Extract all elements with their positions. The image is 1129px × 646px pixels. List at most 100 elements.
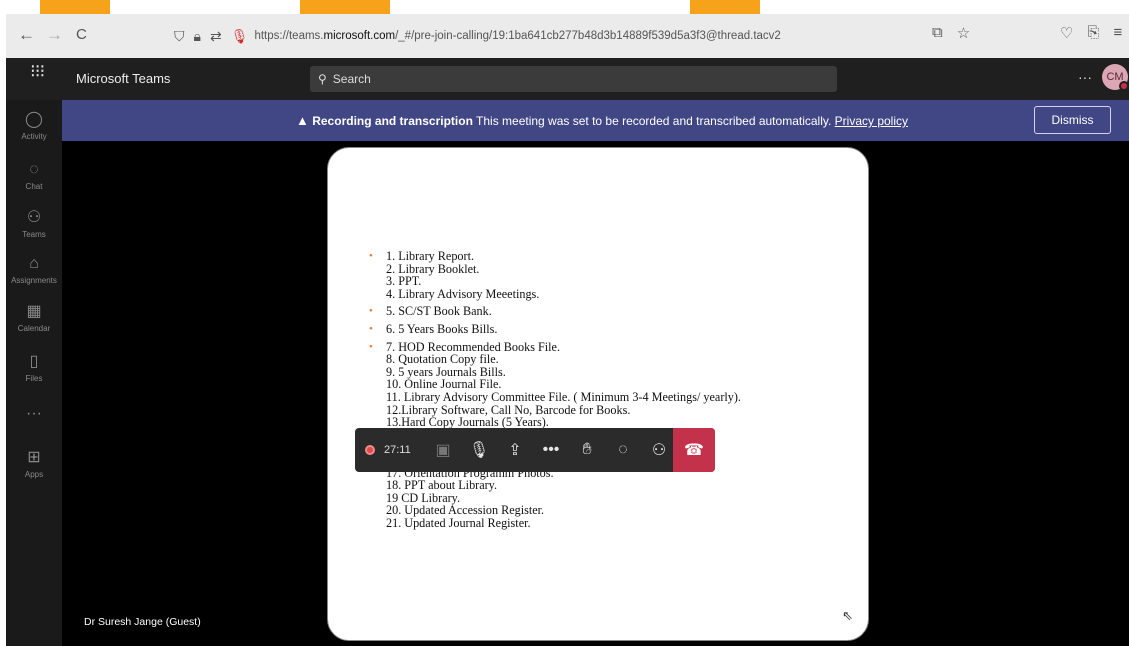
rail-item-activity[interactable]: ◯ Activity [6, 110, 62, 141]
raise-hand-button[interactable]: ✋︎ [569, 428, 605, 472]
slide-list-item: 5. SC/ST Book Bank. [386, 304, 492, 319]
address-bar[interactable]: ⛉ 🔒︎ ⇄ 🎙︎ https://teams.microsoft.com/_#… [174, 22, 994, 50]
call-timer: 27:11 [384, 444, 411, 456]
meeting-stage: • 1. Library Report. 2. Library Booklet. 3.… [62, 141, 1129, 646]
lock-icon[interactable]: 🔒︎ [194, 28, 201, 45]
share-screen-icon: ⇪ [508, 442, 522, 459]
pocket-icon[interactable]: ♡ [1060, 24, 1073, 42]
bookmark-star-icon[interactable]: ☆ [957, 24, 970, 42]
more-icon: ••• [542, 441, 560, 458]
slide-bullet-group: • 6. 5 Years Books Bills. [368, 323, 741, 336]
slide-list: • 1. Library Report. 2. Library Booklet. 3.… [368, 250, 741, 534]
screen-share-icon[interactable]: ⧉ [932, 24, 943, 42]
hamburger-menu-icon[interactable]: ≡ [1113, 24, 1122, 42]
bullet-icon: • [369, 340, 373, 353]
rail-item-label: Apps [24, 470, 44, 479]
forward-button[interactable]: → [46, 24, 63, 46]
hang-up-button[interactable]: ☎︎ [673, 428, 715, 472]
bullet-icon: • [369, 322, 373, 335]
dismiss-button[interactable]: Dismiss [1034, 106, 1111, 134]
slide-bullet-group: • 1. Library Report. 2. Library Booklet. 3.… [368, 250, 741, 300]
shared-slide: • 1. Library Report. 2. Library Booklet. 3.… [327, 147, 869, 641]
status-badge [1119, 81, 1129, 91]
warning-icon: ▲ [296, 113, 309, 128]
rail-item-calendar[interactable]: ▦ Calendar [6, 302, 62, 333]
participants-button[interactable]: ⚇ [641, 428, 677, 472]
back-button[interactable]: ← [18, 24, 35, 46]
mouse-cursor-icon: ⇖ [842, 608, 853, 623]
more-icon: ··· [26, 405, 42, 422]
microphone-icon: 🎙︎ [468, 442, 490, 459]
microphone-icon[interactable]: 🎙︎ [231, 28, 249, 45]
chat-button[interactable]: ◌ [605, 428, 641, 472]
slide-list-item: 13.Hard Copy Journals (5 Years). [386, 415, 549, 430]
extensions-icon[interactable]: ⎘ [1087, 24, 1099, 42]
recording-indicator: 27:11 [355, 428, 425, 472]
app-rail: ◯ Activity ◌ Chat ⚇ Teams ⌂ Assignments ▦ Calenda… [6, 100, 62, 646]
phone-hangup-icon: ☎︎ [684, 442, 704, 459]
banner-message: This meeting was set to be recorded and … [472, 114, 835, 128]
rail-item-chat[interactable]: ◌ Chat [6, 160, 62, 191]
slide-list-item: 4. Library Advisory Meeetings. [386, 286, 540, 301]
bullet-icon: • [369, 250, 373, 262]
slide-list-item: 11. Library Advisory Committee File. ( M… [386, 389, 741, 404]
privacy-policy-link[interactable]: Privacy policy [835, 114, 908, 128]
browser-menu-actions: ♡ ⎘ ≡ [1060, 24, 1122, 42]
slide-list-item: 2. Library Booklet. [386, 261, 480, 276]
browser-toolbar: ← → C ⛉ 🔒︎ ⇄ 🎙︎ https://teams.microsoft.… [6, 14, 1129, 58]
slide-list-item: 21. Updated Journal Register. [386, 515, 531, 530]
rail-item-label: Assignments [11, 276, 57, 285]
share-button[interactable]: ⇪ [497, 428, 533, 472]
teams-header: ⁝⁝⁝ Microsoft Teams ⚲ Search ··· CM [6, 58, 1129, 100]
more-actions-button[interactable]: ••• [533, 428, 569, 472]
rail-item-teams[interactable]: ⚇ Teams [6, 208, 62, 239]
rail-item-label: Calendar [17, 324, 51, 333]
rail-item-label: Teams [22, 230, 46, 239]
hand-icon: ✋︎ [582, 441, 592, 458]
slide-list-item: 6. 5 Years Books Bills. [386, 321, 498, 336]
call-controls: 27:11 ▣ 🎙︎ ⇪ ••• ✋︎ ◌ ⚇ ☎︎ [355, 428, 715, 472]
address-bar-actions: ⧉ ☆ [932, 24, 970, 42]
banner-text: ▲ Recording and transcription This meeti… [296, 113, 908, 128]
rail-item-assignments[interactable]: ⌂ Assignments [6, 254, 62, 285]
recording-banner: ▲ Recording and transcription This meeti… [62, 100, 1129, 141]
rail-item-files[interactable]: ▯ Files [6, 352, 62, 383]
chat-icon: ◌ [618, 441, 628, 458]
decorative-bar [300, 0, 390, 14]
slide-list-item: 18. PPT about Library. [386, 478, 498, 493]
settings-more-button[interactable]: ··· [1078, 69, 1092, 85]
rail-item-label: Files [25, 374, 43, 383]
slide-bullet-group: • 5. SC/ST Book Bank. [368, 305, 741, 318]
teams-icon: ⚇ [26, 209, 42, 226]
apps-icon: ⊞ [27, 449, 41, 466]
rail-item-label: Activity [21, 132, 47, 141]
slide-list-item: 1. Library Report. [386, 249, 474, 263]
decorative-bar [40, 0, 110, 14]
avatar[interactable]: CM [1102, 64, 1129, 91]
people-icon: ⚇ [651, 442, 667, 459]
decorative-bar [690, 0, 760, 14]
search-icon: ⚲ [318, 72, 327, 86]
chat-icon: ◌ [29, 161, 39, 178]
slide-list-item: 20. Updated Accession Register. [386, 503, 545, 518]
url-text: https://teams.microsoft.com/_#/pre-join-… [254, 30, 781, 42]
slide-list-item: 8. Quotation Copy file. [386, 352, 499, 367]
bullet-icon: • [369, 305, 373, 318]
app-launcher-icon[interactable]: ⁝⁝⁝ [30, 62, 50, 80]
shield-icon[interactable]: ⛉ [174, 28, 185, 45]
banner-title: Recording and transcription [312, 114, 473, 128]
search-input[interactable]: ⚲ Search [310, 66, 837, 92]
calendar-icon: ▦ [26, 303, 42, 320]
camera-off-button[interactable]: ▣ [425, 428, 461, 472]
rail-item-apps[interactable]: ⊞ Apps [6, 448, 62, 479]
search-placeholder: Search [332, 72, 371, 86]
bell-icon: ◯ [25, 111, 43, 128]
permissions-icon[interactable]: ⇄ [210, 28, 222, 45]
rail-item-more[interactable]: ··· [6, 404, 62, 424]
screen: ← → C ⛉ 🔒︎ ⇄ 🎙︎ https://teams.microsoft.… [0, 0, 1129, 646]
app-title: Microsoft Teams [76, 71, 171, 86]
mic-button[interactable]: 🎙︎ [461, 428, 497, 472]
reload-button[interactable]: C [76, 24, 87, 46]
participant-name: Dr Suresh Jange (Guest) [84, 616, 201, 628]
assignments-icon: ⌂ [29, 255, 39, 272]
